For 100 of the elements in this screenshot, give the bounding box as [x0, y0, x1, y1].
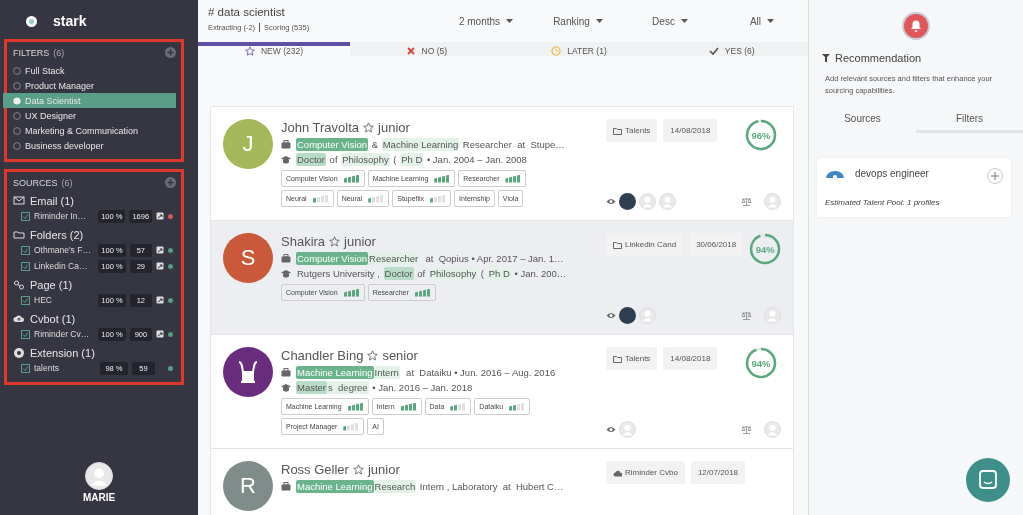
- source-name[interactable]: Linkedin Ca…: [34, 261, 95, 271]
- export-icon[interactable]: [156, 246, 165, 254]
- user-avatar: [85, 462, 113, 490]
- viewer-avatar: [639, 307, 656, 324]
- source-name[interactable]: HEC: [34, 295, 95, 305]
- filter-name: devops engineer: [855, 168, 930, 179]
- date-label: 14/08/2018: [663, 119, 718, 142]
- export-icon[interactable]: [156, 262, 165, 270]
- star-icon[interactable]: [363, 122, 375, 133]
- cloud-upload-icon: [13, 312, 25, 325]
- filter-item[interactable]: Product Manager: [13, 78, 176, 93]
- source-name[interactable]: Othmane's F…: [34, 245, 95, 255]
- source-group-title: Page (1): [30, 278, 73, 291]
- education-line: Master s degree • Jan. 2016 – Jan. 2018: [296, 382, 474, 393]
- close-icon: [405, 46, 416, 56]
- filter-item[interactable]: Business developer: [13, 138, 176, 153]
- viewer-avatar: [659, 193, 676, 210]
- dropdown-button[interactable]: Desc: [624, 0, 716, 42]
- link-icon: [13, 278, 25, 291]
- folder-icon: [613, 354, 622, 363]
- graduation-cap-icon: [281, 269, 291, 278]
- section-count: (6): [53, 47, 65, 58]
- filter-item[interactable]: UX Designer: [13, 108, 176, 123]
- assignee-avatar: [764, 193, 781, 210]
- strength-meter: [450, 402, 467, 411]
- section-title: SOURCES: [13, 177, 58, 188]
- caret-icon: [767, 19, 775, 23]
- source-tag[interactable]: Linkedin Cand: [606, 233, 684, 256]
- job-line: Computer Vision & Machine Learning Researcher at Stupe…: [296, 139, 566, 150]
- source-group-title: Cvbot (1): [30, 312, 76, 325]
- checkbox[interactable]: [21, 211, 30, 221]
- caret-icon: [680, 19, 688, 23]
- export-icon[interactable]: [156, 296, 165, 304]
- filter-item[interactable]: Full Stack: [13, 63, 176, 78]
- browser-logo-icon: [13, 346, 25, 359]
- search-title: # data scientist: [208, 6, 286, 18]
- filter-item[interactable]: Marketing & Communication: [13, 123, 176, 138]
- add-icon[interactable]: [165, 47, 176, 58]
- source-tag[interactable]: Riminder Cvbo: [606, 461, 685, 484]
- source-tag[interactable]: Talents: [606, 347, 658, 370]
- viewer-photo: [619, 193, 636, 210]
- strength-meter: [347, 402, 364, 411]
- assignee-avatar: [764, 307, 781, 324]
- score-value: 94%: [754, 242, 776, 257]
- checkbox[interactable]: [21, 245, 30, 255]
- seniority-label: junior: [367, 462, 400, 477]
- envelope-icon: [13, 194, 25, 207]
- star-icon[interactable]: [352, 464, 364, 475]
- source-name[interactable]: talents: [34, 363, 96, 373]
- candidate-name[interactable]: Chandler Bing: [281, 348, 364, 363]
- clock-icon: [551, 46, 562, 56]
- status-tab[interactable]: LATER (1): [502, 42, 656, 56]
- chat-button-icon[interactable]: [966, 458, 1010, 502]
- caret-icon: [595, 19, 603, 23]
- briefcase-icon: [281, 254, 291, 263]
- star-icon[interactable]: [329, 236, 341, 247]
- star-icon[interactable]: [367, 350, 379, 361]
- folder-icon: [613, 240, 622, 249]
- strength-meter: [343, 288, 360, 297]
- add-icon[interactable]: [165, 177, 176, 188]
- strength-meter: [312, 194, 329, 203]
- status-tab[interactable]: NO (5): [350, 42, 503, 56]
- panel-tab[interactable]: Filters: [916, 109, 1023, 133]
- score-value: 94%: [750, 356, 772, 371]
- viewer-avatar: [619, 421, 636, 438]
- checkbox[interactable]: [21, 363, 30, 373]
- cloud-icon: [613, 468, 622, 477]
- dropdown-button[interactable]: All: [716, 0, 808, 42]
- source-group-title: Folders (2): [30, 228, 84, 241]
- status-tab[interactable]: NEW (232): [198, 42, 350, 56]
- checkbox[interactable]: [21, 295, 30, 305]
- checkbox[interactable]: [21, 261, 30, 271]
- strength-meter: [509, 402, 526, 411]
- viewer-photo: [619, 307, 636, 324]
- source-name[interactable]: Riminder Cv…: [34, 329, 95, 339]
- caret-icon: [506, 19, 514, 23]
- scale-icon: [741, 425, 752, 434]
- strength-meter: [414, 288, 431, 297]
- status-tab[interactable]: YES (6): [655, 42, 808, 56]
- education-line: Doctor of Philosophy ( Ph D • Jan. 2004 – Jan. 2008: [296, 154, 528, 165]
- candidate-avatar: J: [223, 119, 273, 169]
- candidate-name[interactable]: John Travolta: [281, 120, 360, 135]
- dropdown-button[interactable]: Ranking: [532, 0, 624, 42]
- source-name[interactable]: Riminder In…: [34, 211, 95, 221]
- scale-icon: [741, 311, 752, 320]
- panel-tab[interactable]: Sources: [809, 109, 916, 133]
- candidate-name[interactable]: Shakira: [281, 234, 326, 249]
- candidate-name[interactable]: Ross Geller: [281, 462, 349, 477]
- seniority-label: junior: [378, 120, 410, 135]
- strength-meter: [343, 422, 360, 431]
- viewer-avatar: [639, 193, 656, 210]
- source-tag[interactable]: Talents: [606, 119, 658, 142]
- checkbox[interactable]: [21, 329, 30, 339]
- dropdown-button[interactable]: 2 months: [440, 0, 532, 42]
- export-icon[interactable]: [156, 212, 165, 220]
- date-label: 14/08/2018: [663, 347, 718, 370]
- notification-bell-icon[interactable]: [902, 12, 930, 40]
- candidate-avatar: S: [223, 233, 273, 283]
- section-count: (6): [61, 177, 73, 188]
- export-icon[interactable]: [156, 330, 165, 338]
